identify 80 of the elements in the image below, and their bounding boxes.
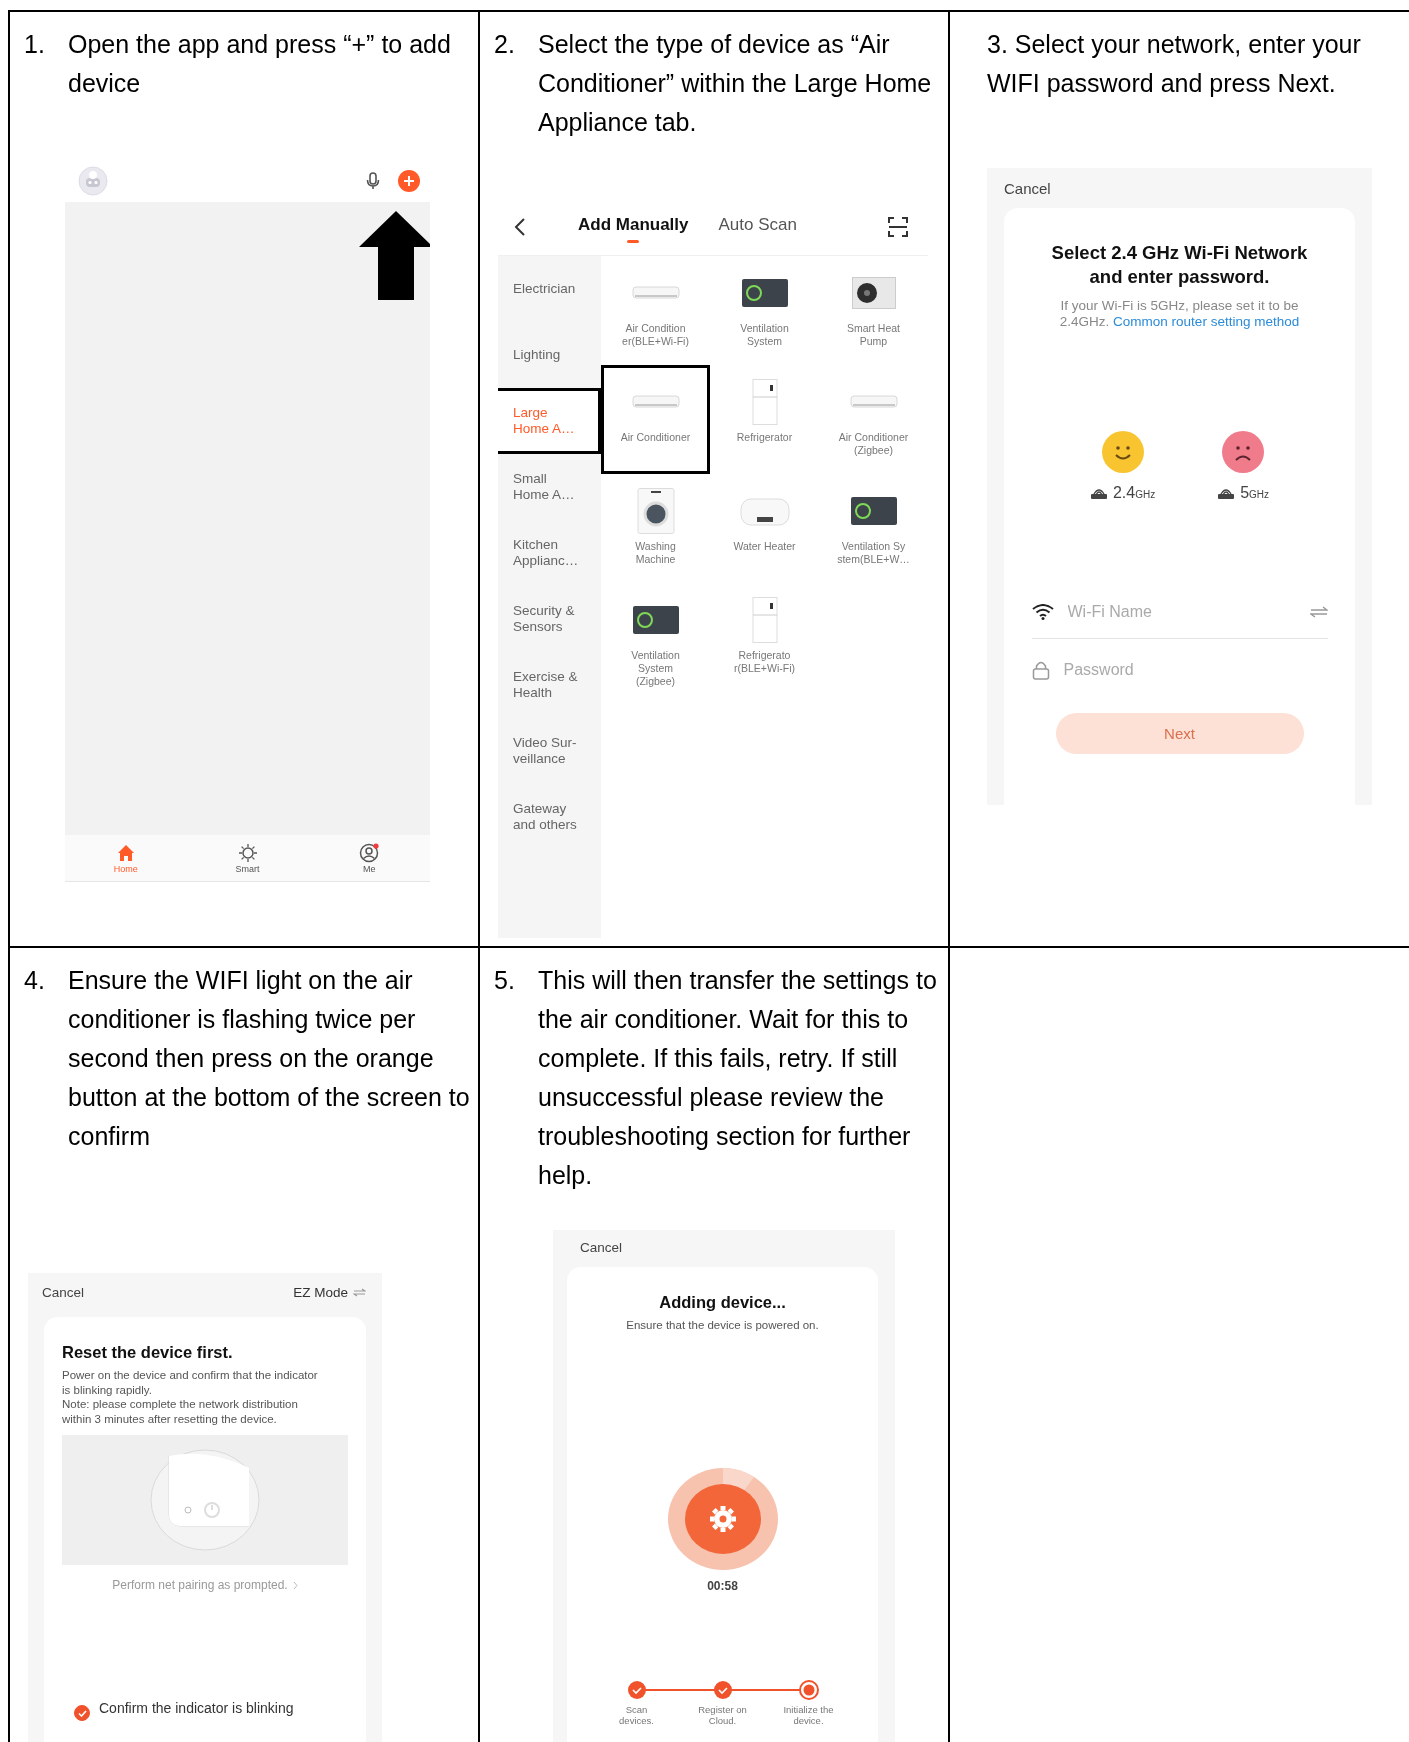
router-setting-link[interactable]: Common router setting method (1113, 314, 1300, 329)
step-text: Ensure the WIFI light on the air conditioner is flashing twice per second then press on the orange button at the bottom of the screen to confirm (68, 965, 470, 1152)
device-tile[interactable]: Ventilation System (Zigbee) (601, 583, 710, 692)
device-tile[interactable]: Ventilation Sy stem(BLE+W… (819, 474, 928, 583)
avatar-icon (78, 166, 108, 196)
refrigerator-icon (749, 379, 780, 425)
tab[interactable]: Smart (186, 835, 309, 881)
subtitle-text: Ensure that the device is powered on. (626, 1319, 819, 1331)
pairing-link[interactable]: Perform net pairing as prompted. (112, 1578, 298, 1592)
tab[interactable]: Auto Scan (718, 210, 797, 243)
category-item[interactable]: Electrician (498, 256, 601, 322)
device-tile[interactable]: Air Condition er(BLE+Wi-Fi) (601, 256, 710, 365)
step-number: 2. (494, 29, 516, 60)
device-tile[interactable]: Air Conditioner (601, 365, 710, 474)
check-icon (77, 1709, 87, 1717)
wifi-name-field[interactable]: Wi-Fi Name (1067, 603, 1296, 621)
device-tile[interactable]: Refrigerator (710, 365, 819, 474)
device-tile[interactable]: Ventilation System (710, 256, 819, 365)
tab[interactable]: Me (308, 835, 430, 881)
cancel-button[interactable]: Cancel (42, 1284, 85, 1300)
device-tile[interactable]: Washing Machine (601, 474, 710, 583)
category-item[interactable]: Security & Sensors (498, 586, 601, 652)
washing-machine-icon (635, 488, 676, 534)
band-label: 2.4GHz (1112, 484, 1156, 502)
ventilation-unit-icon (741, 279, 788, 307)
category-item[interactable]: Large Home A… (498, 388, 601, 454)
device-tile[interactable]: Air Conditioner (Zigbee) (819, 365, 928, 474)
router-icon (1089, 486, 1108, 500)
plus-icon (403, 175, 415, 187)
checkbox[interactable] (74, 1705, 90, 1721)
water-heater-icon (739, 496, 790, 526)
sun-icon (237, 842, 258, 863)
chevron-icon (292, 1580, 298, 1590)
step-text: Open the app and press “+” to add device (68, 29, 452, 99)
tab[interactable]: Home (65, 835, 187, 881)
step-label: Initialize the device. (783, 1704, 834, 1726)
step-label: Register on Cloud. (698, 1704, 747, 1726)
hint-text: If your Wi-Fi is 5GHz, please set it to be 2.4GHz. Common router setting method (1058, 298, 1301, 330)
step-label: Scan devices. (619, 1704, 654, 1726)
router-icon (1217, 486, 1236, 500)
switch-icon (353, 1287, 366, 1297)
category-item[interactable]: Exercise & Health (498, 652, 601, 718)
add-button[interactable] (398, 170, 420, 192)
checkbox-label: Confirm the indicator is blinking (99, 1700, 294, 1716)
category-item[interactable]: Small Home A… (498, 454, 601, 520)
device-tile[interactable]: Water Heater (710, 474, 819, 583)
timer-text: 00:58 (707, 1579, 738, 1593)
mode-button[interactable]: EZ Mode (293, 1284, 366, 1300)
band-label: 5GHz (1240, 484, 1270, 502)
wifi-icon (1031, 604, 1054, 620)
step-number: 5. (494, 965, 516, 996)
step-number: 1. (24, 29, 46, 60)
category-item[interactable]: Gateway and others (498, 784, 601, 850)
screen-title: Adding device... (659, 1293, 786, 1312)
screen-title: Select 2.4 GHz Wi-Fi Network and enter password. (1050, 241, 1309, 289)
heat-pump-icon (851, 277, 896, 309)
cancel-button[interactable]: Cancel (1004, 180, 1051, 197)
switch-icon[interactable] (1309, 606, 1328, 618)
password-field[interactable]: Password (1063, 661, 1328, 679)
category-item[interactable]: Kitchen Applianc… (498, 520, 601, 586)
step-text: This will then transfer the settings to the air conditioner. Wait for this to complete. If this fails, retry. If still unsuccessful please review the troubleshooting section for further help. (538, 965, 938, 1191)
scan-icon[interactable] (888, 216, 908, 237)
profile-icon (359, 842, 380, 863)
tab[interactable]: Add Manually (578, 210, 689, 243)
ventilation-unit-icon (850, 497, 897, 525)
back-icon[interactable] (514, 216, 526, 237)
device-tile[interactable]: Smart Heat Pump (819, 256, 928, 365)
lock-icon (1031, 660, 1050, 680)
category-item[interactable]: Video Sur- veillance (498, 718, 601, 784)
category-item[interactable]: Lighting (498, 322, 601, 388)
device-tile[interactable]: Refrigerato r(BLE+Wi-Fi) (710, 583, 819, 692)
step-text: Select the type of device as “Air Conditioner” within the Large Home Appliance tab. (538, 29, 933, 138)
microphone-icon (366, 172, 380, 190)
cancel-button[interactable]: Cancel (580, 1240, 623, 1255)
instruction-text: Power on the device and confirm that the indicator is blinking rapidly. Note: please complete the network distribution within 3 minutes after resetting the device. (62, 1368, 319, 1426)
screen-title: Reset the device first. (62, 1343, 234, 1362)
step-number: 4. (24, 965, 46, 996)
ventilation-unit-icon (632, 606, 679, 634)
refrigerator-icon (749, 597, 780, 643)
step-text: 3. Select your network, enter your WIFI password and press Next. (987, 29, 1362, 99)
